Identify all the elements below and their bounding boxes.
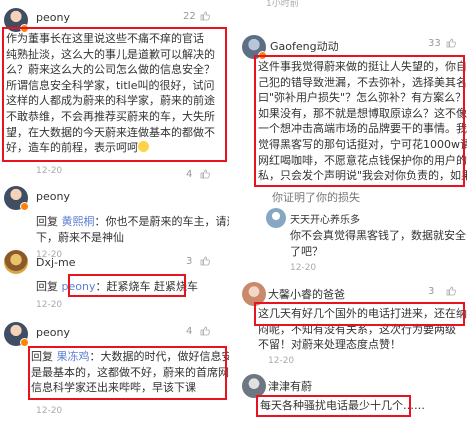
comment-username[interactable]: peony	[36, 11, 70, 24]
comment-text-line: 下，蔚来不是神仙	[36, 231, 124, 244]
comment-text-line: 觉得黑客写的那句话挺对，宁可花1000w请	[258, 138, 467, 151]
comment-text-line: 是最基本的，这都做不好，蔚来的首席网络	[31, 365, 229, 379]
comment-username[interactable]: Gaofeng动动	[270, 38, 339, 54]
comment-text-line: 望，在大数据的今天蔚来连做基本的都做不	[6, 125, 215, 139]
comment-username[interactable]: peony	[36, 326, 70, 339]
comment-time: 12-20	[290, 263, 317, 273]
comment-text-line: 回复 黄熙桐：你也不是蔚来的车主，请退	[36, 215, 229, 228]
comment-username[interactable]: Dxj-me	[36, 256, 76, 269]
mention-link[interactable]: 果冻鸡	[57, 350, 90, 363]
comment-text-line: 回复 果冻鸡：大数据的时代，做好信息安全	[31, 350, 229, 363]
comment-text-line: 一个想冲击高端市场的品牌要干的事情。我	[258, 122, 467, 136]
left-comment-column: peony 22 作为董事长在这里说这些不痛不痒的官话 纯熟扯淡，这么大的事儿是…	[0, 0, 229, 421]
comment-time: 12-20	[36, 406, 63, 416]
avatar[interactable]	[242, 282, 266, 306]
comment-text-line: 么？蔚来这么大的公司怎么做的信息安全？	[6, 63, 215, 77]
verified-badge-icon	[20, 202, 29, 211]
like-count: 33	[428, 38, 441, 49]
right-comment-column: 1小时前 Gaofeng动动 33 这件事我觉得蔚来做的挺让人失望的，你自 己犯…	[238, 0, 467, 421]
like-count: 3	[186, 256, 193, 267]
comment-username[interactable]: peony	[36, 190, 70, 203]
comment-text-line: 每天各种骚扰电话最少十几个……	[260, 399, 425, 412]
like-count: 22	[183, 11, 196, 22]
comment-text-line: 所谓信息安全科学家，title叫的很好，试问	[6, 78, 215, 92]
comment-text-line: 了吧？	[290, 244, 323, 258]
comment-text-line: 不留！对蔚来处理态度点赞！	[258, 338, 401, 352]
comment-text-line: 这样的人都成为蔚来的科学家，蔚来的前途	[6, 94, 215, 108]
mention-link[interactable]: 黄熙桐	[62, 215, 95, 228]
comment-time: 12-20	[36, 166, 63, 176]
comment-text-line: 作为董事长在这里说这些不痛不痒的官话	[6, 32, 204, 45]
thumb-up-icon[interactable]	[200, 169, 210, 179]
comment-text-line: 己犯的错导致泄漏，不去弥补，选择美其名	[258, 75, 467, 89]
avatar[interactable]	[242, 374, 266, 398]
thumb-up-icon[interactable]	[200, 326, 210, 336]
like-count: 4	[186, 169, 193, 180]
thumb-up-icon[interactable]	[446, 286, 456, 296]
comment-username[interactable]: 津津有蔚	[268, 378, 312, 394]
comment-text-line: 闷呢，不知有没有关系，这次行为要两级	[258, 322, 456, 336]
comment-text-line: 如果没有，那不就是想博取原谅么？这不像	[258, 106, 467, 120]
comment-text-line: 这几天有好几个国外的电话打进来，还在纳	[258, 307, 467, 320]
like-count: 3	[428, 286, 435, 297]
comment-text-line: 好，造车的前程，表示呵呵	[6, 140, 149, 156]
comment-time: 1小时前	[266, 0, 299, 9]
comment-text-line: 这件事我觉得蔚来做的挺让人失望的，你自	[258, 60, 467, 73]
thumb-up-icon[interactable]	[200, 256, 210, 266]
like-count: 4	[186, 326, 193, 337]
thumb-up-icon[interactable]	[200, 11, 210, 21]
comment-text-line: 曰"弥补用户损失"？怎么弥补？有方案么？	[258, 91, 467, 105]
smile-emoji-icon	[138, 141, 149, 153]
comment-time: 12-20	[268, 356, 295, 366]
comment-time: 12-20	[36, 300, 63, 310]
comment-text-line: 你证明了你的损失	[272, 191, 360, 204]
comment-text-line: 网红喝咖啡，不愿意花点钱保护你的用户的隐	[258, 153, 467, 167]
comment-username[interactable]: 天天开心养乐多	[290, 211, 360, 226]
comment-text-line: 纯熟扯淡，这么大的事儿是道歉可以解决的	[6, 47, 215, 61]
comment-username[interactable]: 大馨小睿的爸爸	[268, 286, 345, 302]
verified-badge-icon	[20, 338, 29, 347]
comment-text-line: 私，只会发个声明说"我会对你负责的，如果	[258, 169, 467, 183]
comment-text-line: 不敢恭维，不会再推荐买蔚来的车，大失所	[6, 110, 215, 123]
mention-link[interactable]: peony	[62, 280, 96, 293]
avatar[interactable]	[266, 208, 286, 228]
comment-text-line: 回复 peony：赶紧烧车 赶紧烧车	[36, 280, 198, 293]
avatar[interactable]	[4, 250, 28, 274]
comment-text-line: 信息科学家还出来哔哔，早该下课	[31, 381, 196, 395]
comment-text-line: 你不会真觉得黑客钱了，数据就安全	[290, 229, 466, 242]
thumb-up-icon[interactable]	[446, 38, 456, 48]
